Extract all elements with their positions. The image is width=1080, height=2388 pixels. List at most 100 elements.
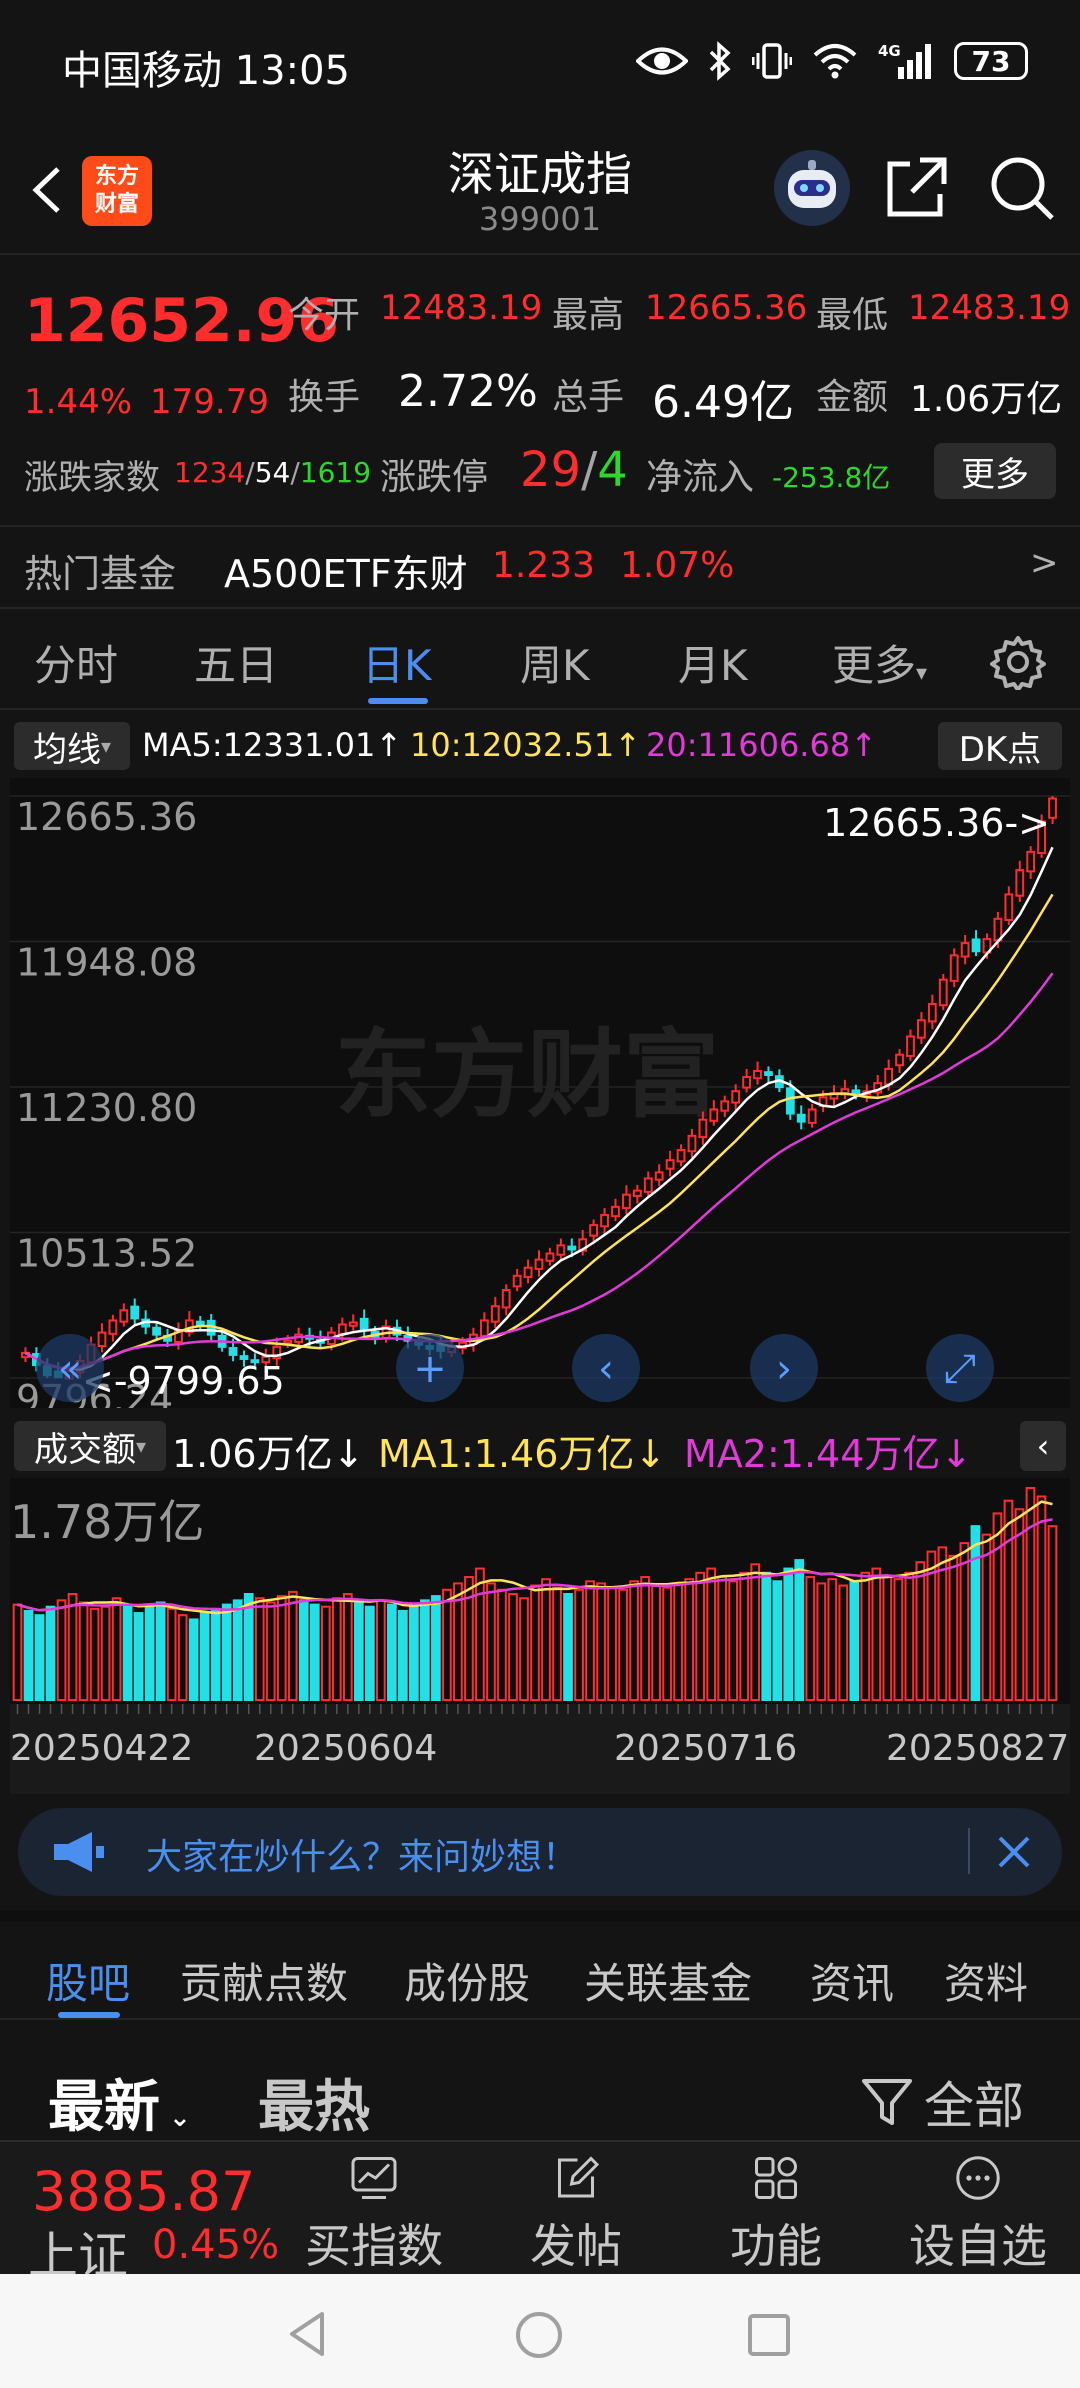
limit-label: 涨跌停 bbox=[380, 457, 489, 498]
sort-row: 最新 ⌄ 最热 全部 bbox=[0, 2030, 1080, 2140]
ask-ai-banner[interactable]: 大家在炒什么？来问妙想！ bbox=[18, 1808, 1062, 1896]
sort-latest[interactable]: 最新 ⌄ bbox=[48, 2062, 191, 2143]
nav-home-icon[interactable] bbox=[514, 2310, 564, 2360]
ma20-value: 20:11606.68↑ bbox=[646, 726, 877, 764]
tab-contribution[interactable]: 贡献点数 bbox=[180, 1950, 348, 2011]
edit-icon bbox=[558, 2156, 600, 2198]
breadth-down: 1619 bbox=[299, 456, 372, 489]
robot-icon bbox=[774, 150, 850, 226]
candle-body bbox=[720, 1100, 730, 1112]
back-button[interactable] bbox=[22, 155, 72, 225]
volume-bar bbox=[155, 1601, 166, 1701]
high-value: 12665.36 bbox=[645, 288, 808, 328]
signal-4g-icon: 4G bbox=[878, 41, 934, 81]
app-logo[interactable]: 东方 财富 bbox=[82, 156, 152, 226]
tab-related-funds[interactable]: 关联基金 bbox=[584, 1950, 752, 2011]
vibrate-icon bbox=[752, 41, 792, 81]
candle-body bbox=[632, 1189, 642, 1197]
volume-bar bbox=[232, 1599, 243, 1701]
buy-index-button[interactable]: 买指数 bbox=[284, 2142, 464, 2276]
function-button[interactable]: 功能 bbox=[686, 2142, 866, 2276]
tab-profile[interactable]: 资料 bbox=[944, 1950, 1028, 2011]
low-value: 12483.19 bbox=[908, 288, 1071, 328]
volume-max-label: 1.78万亿 bbox=[10, 1495, 204, 1549]
tab-constituents[interactable]: 成份股 bbox=[404, 1950, 530, 2011]
y-tick-label: 11230.80 bbox=[16, 1086, 197, 1130]
volume-indicator-selector[interactable]: 成交额 ▾ bbox=[14, 1421, 166, 1471]
amount-label: 金额 bbox=[816, 377, 889, 418]
ai-assistant-button[interactable] bbox=[772, 148, 852, 228]
y-tick-label: 12665.36 bbox=[16, 795, 197, 839]
candlestick-chart[interactable]: 12665.3611948.0811230.8010513.529796.24东… bbox=[10, 778, 1070, 1408]
function-label: 功能 bbox=[730, 2219, 822, 2273]
volume-ma2: MA2:1.44万亿↓ bbox=[684, 1432, 973, 1476]
tab-monthly-k[interactable]: 月K bbox=[678, 632, 748, 693]
post-button[interactable]: 发帖 bbox=[486, 2142, 666, 2276]
candle-body bbox=[283, 1339, 293, 1345]
nav-back-icon[interactable] bbox=[284, 2310, 332, 2358]
sort-hottest[interactable]: 最热 bbox=[258, 2062, 370, 2143]
volume-bar bbox=[794, 1559, 805, 1701]
hot-fund-name: A500ETF东财 bbox=[224, 552, 468, 596]
active-tab-indicator bbox=[368, 698, 428, 704]
hot-fund-pct: 1.07% bbox=[620, 545, 735, 586]
grid-icon bbox=[755, 2157, 797, 2199]
candle-body bbox=[337, 1323, 347, 1335]
open-value: 12483.19 bbox=[380, 288, 543, 328]
volume-bar bbox=[970, 1525, 981, 1701]
candle-body bbox=[152, 1326, 161, 1336]
candle-body bbox=[130, 1305, 140, 1320]
candle-body bbox=[938, 978, 948, 1007]
x-tick-label: 20250716 bbox=[614, 1728, 797, 1769]
page-title: 深证成指 bbox=[448, 147, 632, 201]
share-button[interactable] bbox=[880, 152, 952, 224]
index-price: 3885.87 bbox=[32, 2160, 256, 2223]
share-icon bbox=[887, 157, 947, 217]
inflow-value: -253.8亿 bbox=[772, 461, 891, 494]
filter-button[interactable]: 全部 bbox=[860, 2066, 1024, 2138]
more-button[interactable]: 更多 bbox=[934, 443, 1056, 499]
nav-recents-icon[interactable] bbox=[746, 2312, 792, 2358]
change-value: 179.79 bbox=[150, 382, 269, 422]
x-tick-label: 20250604 bbox=[254, 1728, 437, 1769]
volume-bar bbox=[431, 1595, 441, 1701]
caret-down-icon: ▾ bbox=[100, 734, 112, 758]
add-watchlist-button[interactable]: 设自选 bbox=[888, 2142, 1068, 2276]
hot-fund-row[interactable]: 热门基金 A500ETF东财 1.233 1.07% > bbox=[0, 525, 1080, 609]
settings-button[interactable] bbox=[990, 634, 1046, 694]
candle-body bbox=[753, 1069, 762, 1080]
volume-ma1: MA1:1.46万亿↓ bbox=[378, 1432, 667, 1476]
candle-body bbox=[490, 1305, 500, 1323]
volume-bar bbox=[849, 1580, 860, 1701]
breadth-values: 1234/54/1619 bbox=[174, 456, 372, 489]
ma5-value: MA5:12331.01↑ bbox=[142, 726, 403, 764]
limit-up: 29 bbox=[520, 442, 582, 498]
tab-daily-k[interactable]: 日K bbox=[362, 632, 432, 693]
fullscreen-icon: ⤢ bbox=[944, 1346, 976, 1392]
search-button[interactable] bbox=[986, 152, 1058, 224]
indicator-selector[interactable]: 均线 ▾ bbox=[14, 722, 130, 770]
tab-forum[interactable]: 股吧 bbox=[46, 1950, 130, 2011]
candle-body bbox=[545, 1252, 555, 1262]
index-ticker[interactable]: 3885.87 上证 0.45% bbox=[0, 2142, 290, 2285]
breadth-label: 涨跌家数 bbox=[24, 458, 160, 498]
volume-chart[interactable]: 1.78万亿 20250422 20250604 20250716 20250827 bbox=[10, 1478, 1070, 1794]
candle-body bbox=[917, 1019, 926, 1039]
candle-body bbox=[665, 1159, 675, 1170]
caret-down-icon: ▾ bbox=[135, 1434, 147, 1458]
tab-news[interactable]: 资讯 bbox=[810, 1950, 894, 2011]
volume-bar bbox=[188, 1618, 199, 1701]
volume-value: 6.49亿 bbox=[652, 377, 794, 428]
candle-body bbox=[622, 1193, 631, 1210]
candle-body bbox=[731, 1090, 741, 1104]
index-percent: 0.45% bbox=[152, 2222, 280, 2268]
collapse-panel-button[interactable]: ‹ bbox=[1020, 1421, 1066, 1471]
dk-point-button[interactable]: DK点 bbox=[938, 722, 1062, 770]
tab-more[interactable]: 更多▾ bbox=[832, 632, 927, 693]
close-icon[interactable] bbox=[994, 1832, 1034, 1872]
tab-intraday[interactable]: 分时 bbox=[34, 632, 118, 693]
status-icons: 4G 73 bbox=[636, 36, 1028, 86]
tab-five-day[interactable]: 五日 bbox=[194, 632, 278, 693]
volume-bar bbox=[761, 1571, 772, 1701]
tab-weekly-k[interactable]: 周K bbox=[520, 632, 590, 693]
